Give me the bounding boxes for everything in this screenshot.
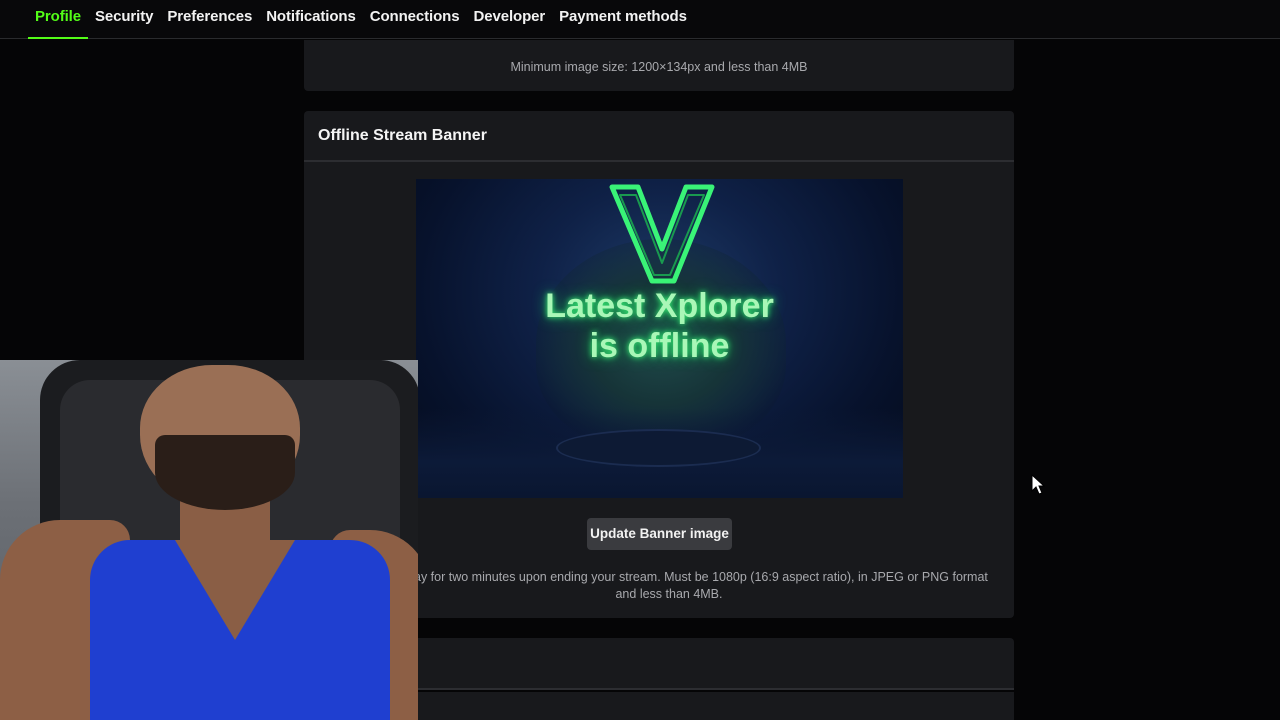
settings-tabs: Profile Security Preferences Notificatio… bbox=[28, 0, 694, 39]
tab-profile[interactable]: Profile bbox=[28, 0, 88, 39]
streamer-beard bbox=[155, 435, 295, 510]
update-banner-button[interactable]: Update Banner image bbox=[587, 518, 732, 550]
banner-text-line2: is offline bbox=[589, 327, 730, 365]
tab-connections[interactable]: Connections bbox=[363, 0, 467, 39]
panel-title: Offline Stream Banner bbox=[318, 127, 487, 144]
tab-security[interactable]: Security bbox=[88, 0, 160, 39]
offline-banner-image: Latest Xplorer is offline bbox=[416, 179, 903, 498]
banner-text-line1: Latest Xplorer bbox=[545, 287, 774, 325]
tab-developer[interactable]: Developer bbox=[466, 0, 552, 39]
mouse-cursor-icon bbox=[1031, 474, 1045, 495]
profile-banner-panel: Minimum image size: 1200×134px and less … bbox=[304, 40, 1014, 91]
image-size-hint: Minimum image size: 1200×134px and less … bbox=[510, 60, 808, 74]
tab-notifications[interactable]: Notifications bbox=[259, 0, 363, 39]
panel-header: Offline Stream Banner bbox=[304, 111, 1014, 162]
tab-payment-methods[interactable]: Payment methods bbox=[552, 0, 694, 39]
banner-description: ge will display for two minutes upon end… bbox=[350, 570, 988, 601]
webcam-overlay bbox=[0, 360, 418, 720]
top-navigation: Profile Security Preferences Notificatio… bbox=[0, 0, 1280, 39]
tab-preferences[interactable]: Preferences bbox=[160, 0, 259, 39]
